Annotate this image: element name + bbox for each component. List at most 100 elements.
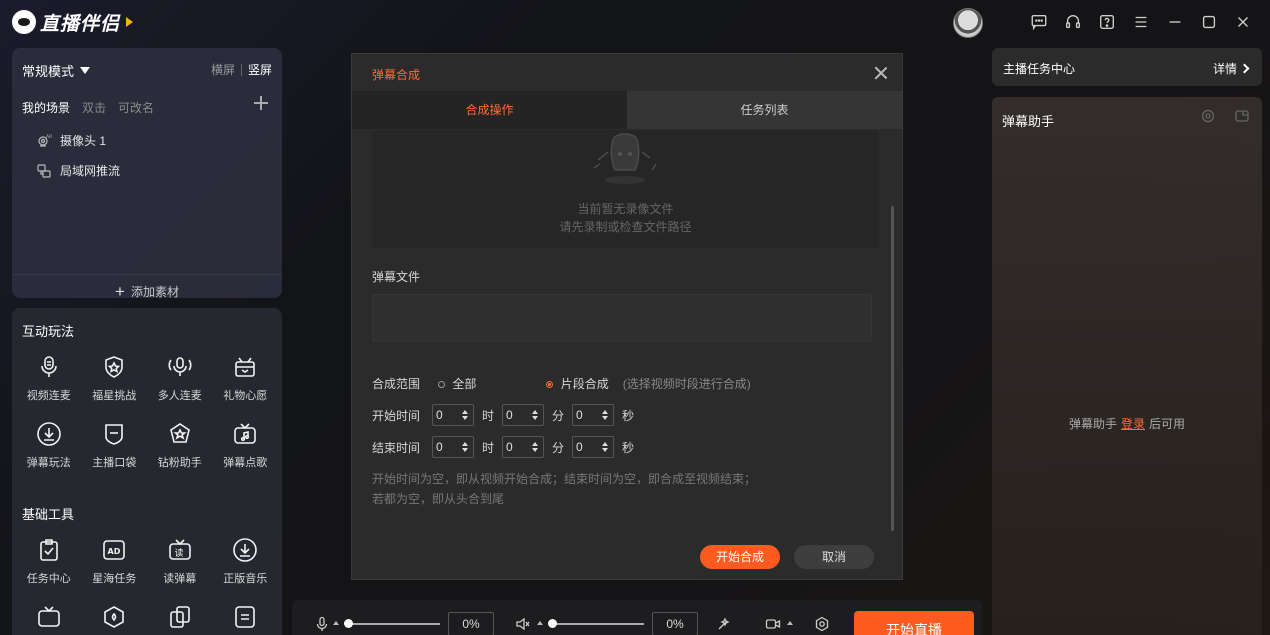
- range-all-label: 全部: [452, 377, 477, 391]
- microphone-icon[interactable]: [314, 616, 330, 632]
- chevron-right-icon: [1239, 63, 1250, 74]
- double-click-hint: 双击: [82, 101, 107, 115]
- range-all-option[interactable]: 全部: [438, 375, 476, 392]
- end-minute-stepper[interactable]: 0: [502, 436, 544, 458]
- add-material-button[interactable]: + 添加素材: [12, 274, 282, 300]
- speaker-icon[interactable]: [515, 616, 531, 632]
- video-camera-icon[interactable]: [765, 616, 781, 632]
- my-scenes-tab[interactable]: 我的场景: [22, 99, 70, 116]
- tab-task-list[interactable]: 任务列表: [627, 91, 902, 129]
- start-time-label: 开始时间: [372, 408, 421, 423]
- speaker-volume-value: 0%: [652, 612, 698, 635]
- tool-more-1[interactable]: [16, 604, 82, 630]
- tool-danmu-song[interactable]: 弹幕点歌: [213, 421, 279, 470]
- task-center-label: 主播任务中心: [1003, 62, 1076, 76]
- scene-tabs: 我的场景 双击 可改名: [22, 99, 154, 116]
- login-link[interactable]: 登录: [1121, 417, 1145, 431]
- detail-label: 详情: [1212, 62, 1237, 76]
- radio-all[interactable]: [438, 381, 446, 389]
- tool-lucky-challenge[interactable]: 福星挑战: [82, 354, 148, 403]
- start-hour-stepper[interactable]: 0: [432, 404, 474, 426]
- tool-more-2[interactable]: [82, 604, 148, 630]
- app-logo: 直播伴侣: [12, 8, 134, 36]
- headset-icon[interactable]: [1056, 10, 1090, 34]
- danmu-file-field[interactable]: [372, 294, 872, 342]
- maximize-icon[interactable]: [1192, 10, 1226, 34]
- task-center-detail-link[interactable]: 详情: [1212, 60, 1250, 77]
- danmu-compose-dialog: 弹幕合成 合成操作 任务列表 当前暂无录像文件 请先录制或检查文件路径 弹幕文件…: [351, 53, 903, 580]
- source-label: 局域网推流: [60, 164, 121, 178]
- help-icon[interactable]: [1090, 10, 1124, 34]
- start-second-stepper[interactable]: 0: [572, 404, 614, 426]
- download-circle-icon: [36, 421, 62, 447]
- close-window-icon[interactable]: [1226, 10, 1260, 34]
- beauty-wand-icon[interactable]: [716, 616, 732, 632]
- end-second-stepper[interactable]: 0: [572, 436, 614, 458]
- start-minute-stepper[interactable]: 0: [502, 404, 544, 426]
- add-scene-icon[interactable]: [254, 96, 268, 110]
- dialog-scrollbar[interactable]: [891, 206, 894, 531]
- tool-more-4[interactable]: [213, 604, 279, 630]
- time-note-line2: 若都为空，即从头合到尾: [372, 492, 505, 506]
- range-segment-option[interactable]: 片段合成: [546, 375, 609, 392]
- chat-icon[interactable]: [1022, 10, 1056, 34]
- tool-task-center[interactable]: 任务中心: [16, 537, 82, 586]
- dialog-tabs: 合成操作 任务列表: [352, 91, 902, 129]
- svg-text:读: 读: [174, 547, 183, 559]
- cancel-button[interactable]: 取消: [794, 545, 874, 569]
- menu-icon[interactable]: [1124, 10, 1158, 34]
- mic-volume-slider[interactable]: [346, 623, 440, 625]
- speaker-options-caret-icon[interactable]: [537, 621, 543, 625]
- tab-compose[interactable]: 合成操作: [352, 91, 627, 129]
- tool-label: 弹幕点歌: [223, 457, 268, 469]
- start-compose-button[interactable]: 开始合成: [700, 545, 780, 569]
- basic-tools-grid: 任务中心 AD 星海任务 读 读弹幕 正版音乐: [16, 537, 278, 630]
- camera-options-caret-icon[interactable]: [787, 621, 793, 625]
- tool-read-danmu[interactable]: 读 读弹幕: [147, 537, 213, 586]
- tv-music-icon: [232, 421, 258, 447]
- end-hour-stepper[interactable]: 0: [432, 436, 474, 458]
- minimize-icon[interactable]: [1158, 10, 1192, 34]
- tool-gift-wish[interactable]: 礼物心愿: [213, 354, 279, 403]
- speaker-volume-slider[interactable]: [550, 623, 644, 625]
- landscape-toggle[interactable]: 横屏: [211, 61, 235, 78]
- mic-volume-knob[interactable]: [344, 619, 353, 628]
- tool-label: 主播口袋: [92, 457, 137, 469]
- popout-icon[interactable]: [1234, 108, 1250, 124]
- tool-more-3[interactable]: [147, 604, 213, 630]
- tool-label: 读弹幕: [163, 573, 197, 585]
- empty-message-line2: 请先录制或检查文件路径: [559, 220, 692, 234]
- tool-multi-link[interactable]: 多人连麦: [147, 354, 213, 403]
- mode-selector[interactable]: 常规模式: [22, 61, 91, 80]
- settings-gear-icon[interactable]: [814, 616, 830, 632]
- compose-range-row: 合成范围 全部 片段合成 (选择视频时段进行合成): [372, 375, 751, 392]
- tool-licensed-music[interactable]: 正版音乐: [213, 537, 279, 586]
- source-item-camera[interactable]: AR 摄像头 1: [36, 132, 106, 149]
- renamable-hint: 可改名: [118, 101, 155, 115]
- tool-host-pocket[interactable]: 主播口袋: [82, 421, 148, 470]
- task-center-bar[interactable]: 主播任务中心 详情: [992, 48, 1262, 86]
- speaker-volume-knob[interactable]: [548, 619, 557, 628]
- settings-icon[interactable]: [1200, 108, 1216, 124]
- tool-video-link[interactable]: 视频连麦: [16, 354, 82, 403]
- tool-label: 任务中心: [26, 573, 71, 585]
- tool-diamond-fans[interactable]: 钻粉助手: [147, 421, 213, 470]
- second-unit: 秒: [621, 408, 634, 423]
- tool-star-sea[interactable]: AD 星海任务: [82, 537, 148, 586]
- close-icon[interactable]: [874, 66, 888, 80]
- copy-icon: [167, 604, 193, 630]
- clipboard-check-icon: [36, 537, 62, 563]
- interactive-grid: 视频连麦 福星挑战 多人连麦 礼物心愿 弹幕玩法 主播口袋 钻粉助手 弹幕点歌: [16, 354, 278, 470]
- radio-segment[interactable]: [546, 381, 554, 389]
- tool-label: 礼物心愿: [223, 390, 268, 402]
- go-live-button[interactable]: 开始直播: [854, 611, 974, 635]
- user-avatar[interactable]: [953, 8, 983, 38]
- mic-options-caret-icon[interactable]: [333, 621, 339, 625]
- range-hint: (选择视频时段进行合成): [622, 377, 751, 391]
- danmu-panel-actions: [1200, 108, 1250, 124]
- tool-label: 弹幕玩法: [26, 457, 71, 469]
- tool-danmu-play[interactable]: 弹幕玩法: [16, 421, 82, 470]
- portrait-toggle[interactable]: 竖屏: [248, 61, 272, 78]
- tool-panel: 互动玩法 视频连麦 福星挑战 多人连麦 礼物心愿 弹幕玩法 主播口袋 钻粉助手: [12, 308, 282, 635]
- source-item-lan[interactable]: 局域网推流: [36, 162, 120, 179]
